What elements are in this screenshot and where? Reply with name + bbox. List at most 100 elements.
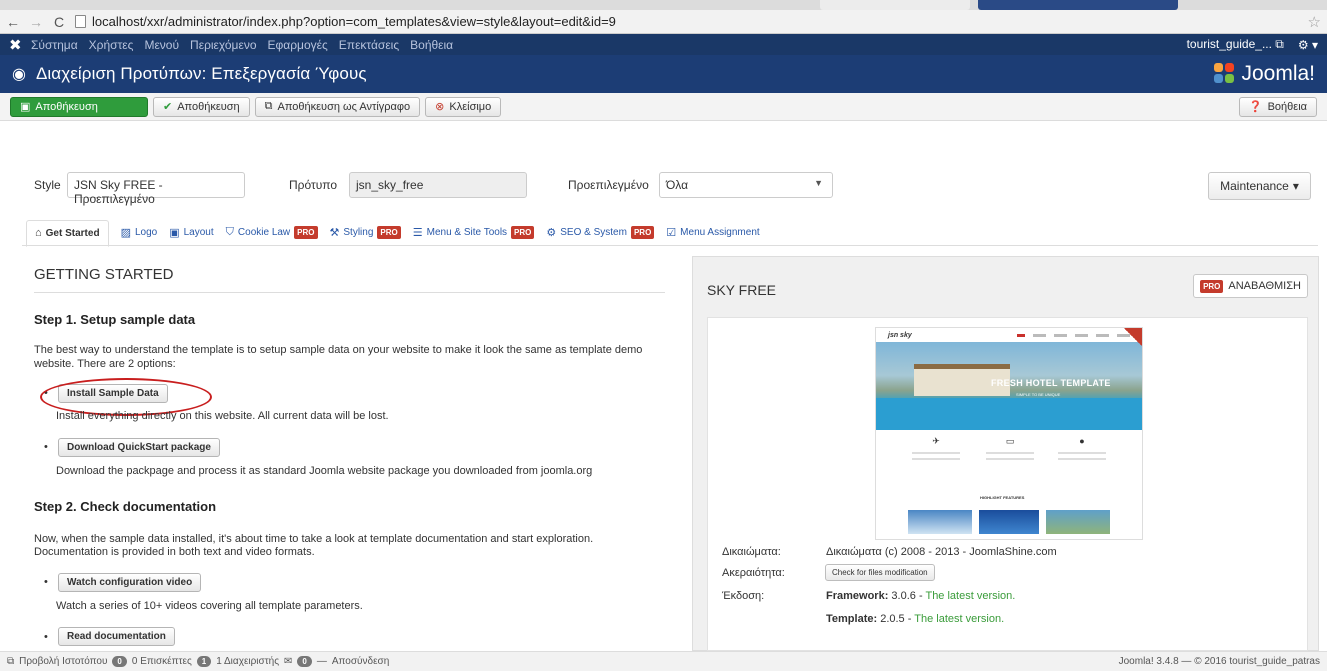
- preview-highlight: HIGHLIGHT FEATURES: [980, 495, 1025, 500]
- tab-label: Styling: [343, 226, 374, 238]
- maintenance-dropdown[interactable]: Maintenance ▾: [1208, 172, 1311, 200]
- plane-icon: ✈: [932, 436, 940, 446]
- mail-icon[interactable]: ✉: [284, 656, 292, 667]
- download-quickstart-button[interactable]: Download QuickStart package: [58, 438, 220, 457]
- tab-menu-assignment[interactable]: ☑ Menu Assignment: [666, 226, 759, 239]
- page-title: Διαχείριση Προτύπων: Επεξεργασία Ύφους: [35, 64, 367, 83]
- checkmark-icon: ✔: [163, 101, 173, 113]
- preview-nav: jsn sky: [876, 328, 1142, 342]
- admin-statusbar: ⧉ Προβολή Ιστοτόπου 0 0 Επισκέπτες 1 1 Δ…: [0, 651, 1327, 671]
- save-icon: ▣: [20, 101, 31, 113]
- upgrade-label: ΑΝΑΒΑΘΜΙΣΗ: [1228, 280, 1301, 292]
- checkbox-icon: ☑: [666, 226, 677, 239]
- save-button[interactable]: ▣ Αποθήκευση: [10, 96, 148, 117]
- admins-label: 1 Διαχειριστής: [216, 656, 280, 667]
- tab-label: Get Started: [45, 227, 100, 239]
- save-copy-button[interactable]: ⧉ Αποθήκευση ως Αντίγραφο: [254, 96, 421, 117]
- browser-toolbar: ← → C localhost/xxr/administrator/index.…: [0, 10, 1327, 34]
- step1-text-line2: website. There are 2 options:: [34, 358, 176, 370]
- page-header: ◉ Διαχείριση Προτύπων: Επεξεργασία Ύφους…: [0, 55, 1327, 93]
- menu-users[interactable]: Χρήστες: [89, 38, 134, 52]
- bookmark-star-icon[interactable]: ☆: [1308, 13, 1321, 31]
- getting-started-panel: GETTING STARTED Step 1. Setup sample dat…: [22, 246, 692, 646]
- framework-version: Framework: 3.0.6 - The latest version.: [826, 590, 1016, 602]
- topnav-right: tourist_guide_... ⧉ ⚙ ▾: [1187, 37, 1318, 52]
- close-icon: ⊗: [435, 101, 445, 113]
- watch-video-button[interactable]: Watch configuration video: [58, 573, 202, 592]
- chevron-down-icon: ▼: [814, 178, 823, 188]
- tab-label: Logo: [134, 226, 158, 238]
- image-icon: ▨: [120, 226, 131, 239]
- browser-tab[interactable]: [820, 0, 970, 10]
- menu-content[interactable]: Περιεχόμενο: [190, 38, 256, 52]
- pro-badge: PRO: [630, 225, 655, 239]
- site-name: tourist_guide_...: [1186, 37, 1272, 51]
- admins-badge: 1: [196, 656, 212, 667]
- tab-layout[interactable]: ▣ Layout: [169, 226, 213, 239]
- gear-icon: ⚙: [546, 226, 557, 239]
- bullet: •: [44, 631, 48, 643]
- save-close-button[interactable]: ✔ Αποθήκευση: [153, 96, 250, 117]
- help-icon: ❓: [1248, 101, 1263, 113]
- admin-top-menu: ✖ Σύστημα Χρήστες Μενού Περιεχόμενο Εφαρ…: [0, 34, 1327, 55]
- browser-tab-active[interactable]: [978, 0, 1178, 10]
- wand-icon: ⚒: [329, 226, 340, 239]
- menu-help[interactable]: Βοήθεια: [410, 38, 453, 52]
- view-site-link[interactable]: Προβολή Ιστοτόπου: [19, 656, 107, 667]
- download-description: Download the packpage and process it as …: [56, 465, 593, 477]
- template-label: Template:: [826, 613, 878, 625]
- style-title-input[interactable]: JSN Sky FREE - Προεπιλεγμένο: [67, 172, 245, 206]
- visitors-badge: 0: [112, 656, 127, 667]
- external-link-icon: ⧉: [1275, 37, 1284, 51]
- preview-hero-subtitle: SIMPLE TO BE UNIQUE: [1016, 392, 1061, 397]
- external-link-icon: ⧉: [7, 656, 15, 667]
- step2-text-line2: Documentation is provided in both text a…: [34, 546, 315, 558]
- tab-cookie-law[interactable]: ⛉ Cookie Law PRO: [226, 225, 318, 239]
- url-text: localhost/xxr/administrator/index.php?op…: [92, 14, 616, 29]
- preview-hero: FRESH HOTEL TEMPLATE SIMPLE TO BE UNIQUE: [876, 342, 1142, 430]
- save-close-label: Αποθήκευση: [177, 100, 240, 113]
- upgrade-button[interactable]: PRO ΑΝΑΒΑΘΜΙΣΗ: [1193, 274, 1308, 298]
- step1-text-line1: The best way to understand the template …: [34, 344, 643, 356]
- logout-link[interactable]: Αποσύνδεση: [332, 656, 389, 667]
- pro-badge: PRO: [511, 225, 535, 239]
- check-files-button[interactable]: Check for files modification: [825, 564, 935, 581]
- style-label: Style: [34, 178, 61, 192]
- menu-components[interactable]: Εφαρμογές: [268, 38, 328, 52]
- back-icon[interactable]: ←: [6, 10, 20, 34]
- tab-logo[interactable]: ▨ Logo: [121, 226, 158, 239]
- layout-icon: ▣: [169, 226, 180, 239]
- divider: [34, 292, 665, 293]
- tab-styling[interactable]: ⚒ Styling PRO: [329, 225, 401, 239]
- default-select[interactable]: Όλα ▼: [659, 172, 833, 198]
- reload-icon[interactable]: C: [52, 10, 66, 34]
- menu-system[interactable]: Σύστημα: [31, 38, 78, 52]
- tab-menu-site-tools[interactable]: ☰ Menu & Site Tools PRO: [413, 225, 535, 239]
- site-link[interactable]: tourist_guide_... ⧉: [1187, 37, 1284, 52]
- preview-hero-title: FRESH HOTEL TEMPLATE: [991, 378, 1111, 388]
- forward-icon[interactable]: →: [29, 10, 43, 34]
- tab-label: Menu & Site Tools: [426, 226, 508, 238]
- close-button[interactable]: ⊗ Κλείσιμο: [425, 96, 502, 117]
- pro-badge: PRO: [1200, 279, 1224, 293]
- read-documentation-button[interactable]: Read documentation: [58, 627, 175, 646]
- tab-get-started[interactable]: ⌂ Get Started: [26, 220, 109, 247]
- home-icon: ⌂: [35, 227, 42, 239]
- template-label: Πρότυπο: [289, 178, 338, 192]
- address-bar[interactable]: localhost/xxr/administrator/index.php?op…: [75, 12, 1299, 31]
- help-button[interactable]: ❓ Βοήθεια: [1238, 96, 1317, 117]
- pro-badge: PRO: [377, 225, 401, 239]
- menu-extensions[interactable]: Επεκτάσεις: [339, 38, 399, 52]
- joomla-menu-icon[interactable]: ✖: [9, 36, 31, 54]
- framework-label: Framework:: [826, 590, 889, 602]
- page-icon: [75, 15, 86, 28]
- admin-menu: Σύστημα Χρήστες Μενού Περιεχόμενο Εφαρμο…: [31, 38, 453, 52]
- menu-menus[interactable]: Μενού: [144, 38, 179, 52]
- style-form-row: Style JSN Sky FREE - Προεπιλεγμένο Πρότυ…: [0, 172, 1327, 206]
- browser-tabstrip: [0, 0, 1327, 10]
- user-gear-icon[interactable]: ⚙ ▾: [1298, 38, 1318, 52]
- logout-icon: —: [316, 656, 327, 667]
- tab-seo-system[interactable]: ⚙ SEO & System PRO: [546, 225, 655, 239]
- template-tabs: ⌂ Get Started ▨ Logo ▣ Layout ⛉ Cookie L…: [26, 218, 760, 247]
- tab-label: Menu Assignment: [680, 226, 760, 238]
